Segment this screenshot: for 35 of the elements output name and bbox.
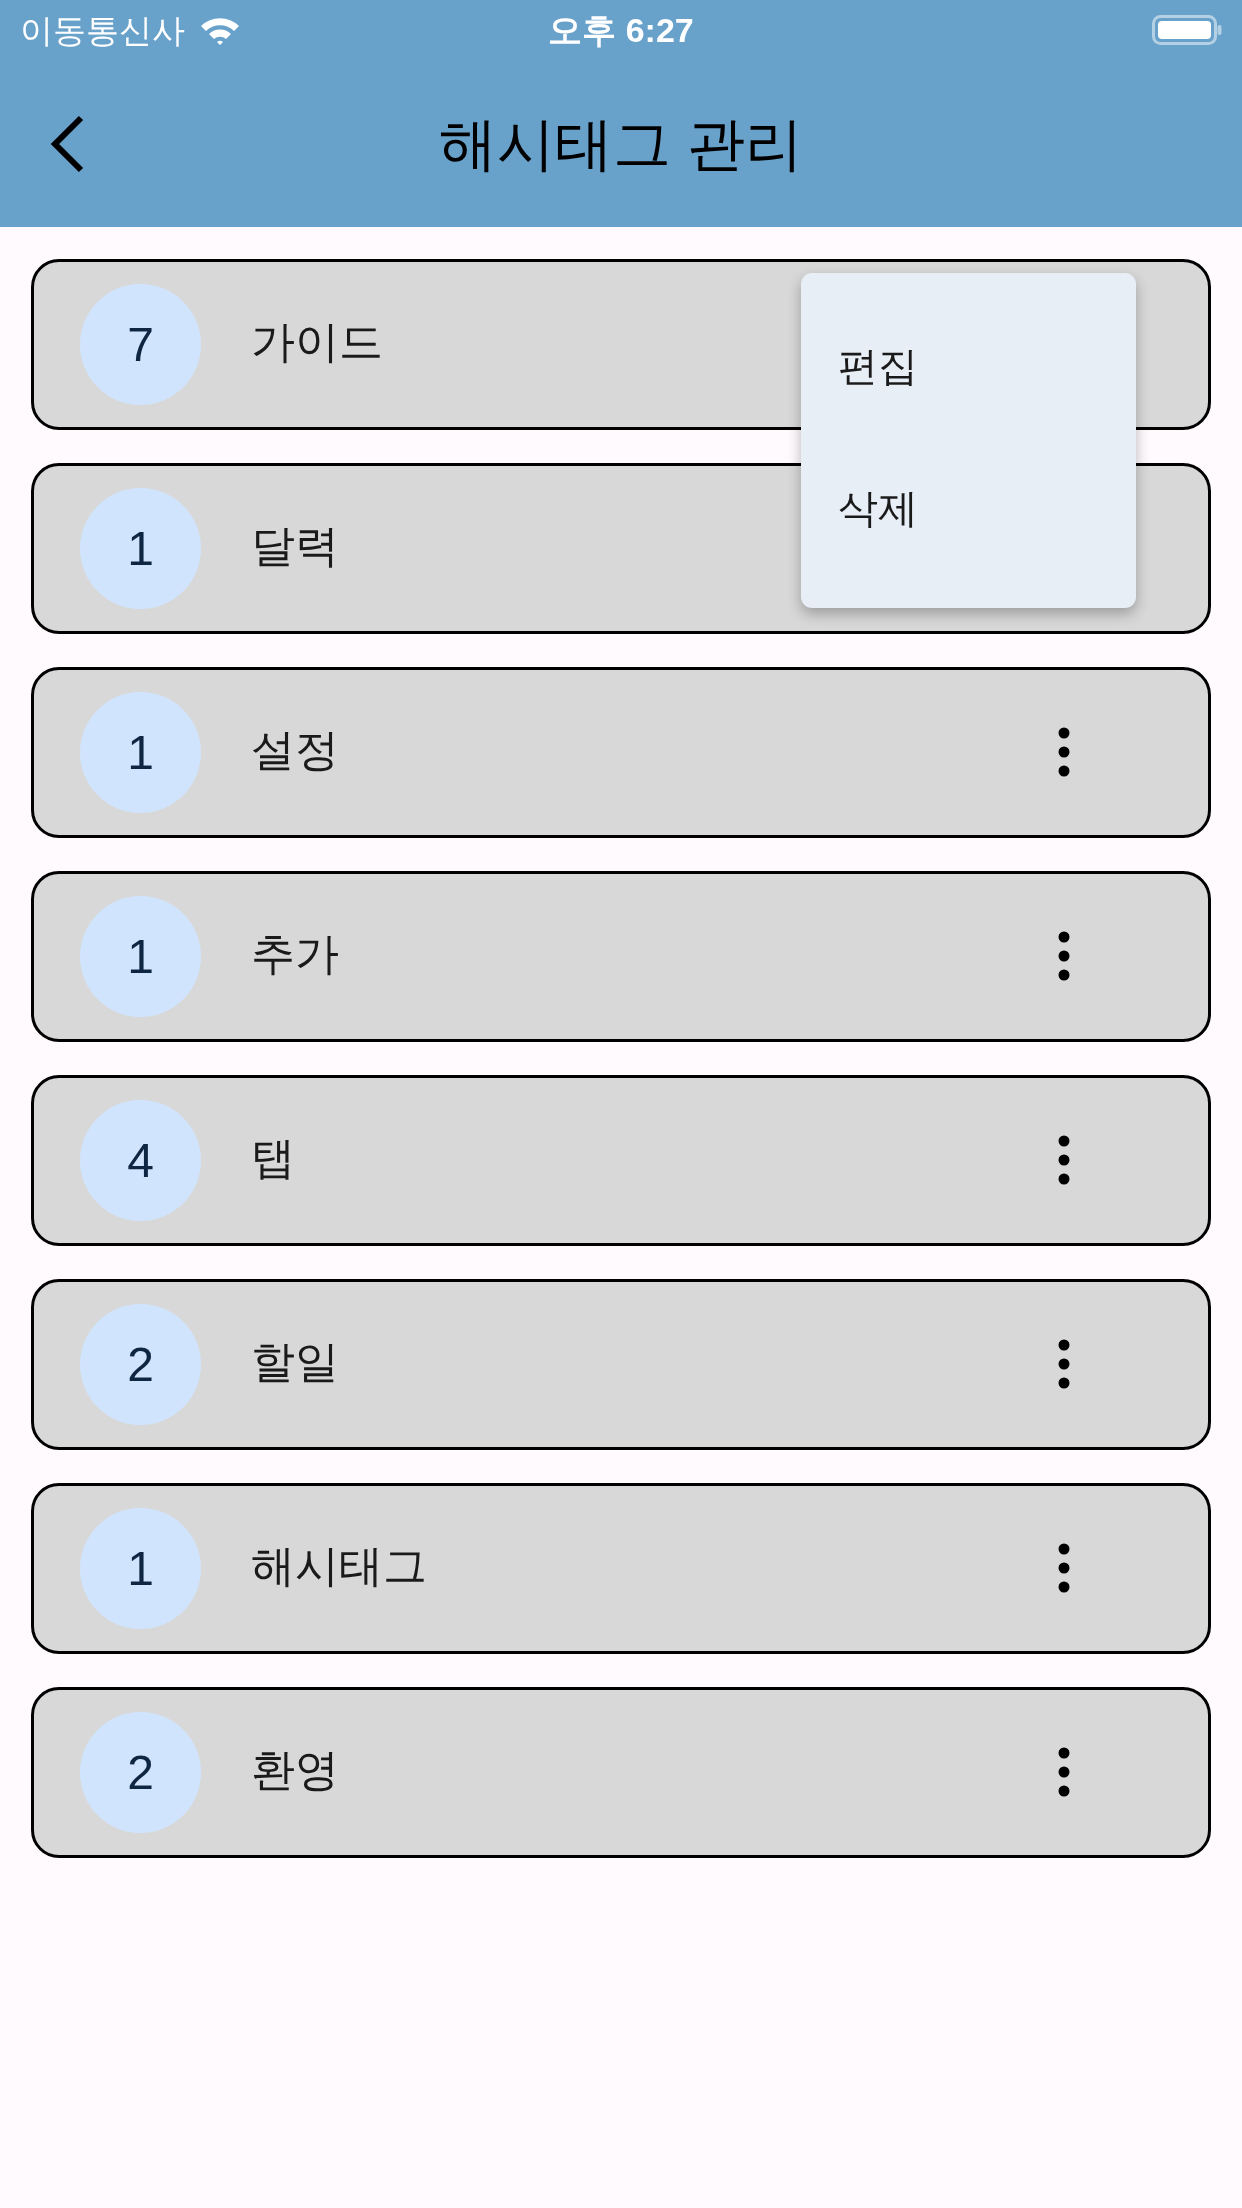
hashtag-name: 설정 [251, 724, 339, 776]
count-badge: 2 [80, 1304, 201, 1425]
more-icon[interactable] [1058, 1339, 1070, 1389]
battery-icon [1152, 15, 1222, 45]
count-badge: 2 [80, 1712, 201, 1833]
count-badge: 1 [80, 692, 201, 813]
hashtag-card[interactable]: 2 환영 [31, 1687, 1211, 1858]
carrier-name: 이동통신사 [20, 13, 185, 47]
menu-item[interactable]: 편집 [801, 295, 1136, 437]
more-icon[interactable] [1058, 1747, 1070, 1797]
more-icon[interactable] [1058, 727, 1070, 777]
hashtag-name: 할일 [251, 1336, 339, 1388]
status-time: 오후 6:27 [548, 13, 694, 47]
wifi-icon [199, 15, 241, 45]
hashtag-name: 해시태그 [251, 1540, 427, 1592]
hashtag-name: 환영 [251, 1744, 339, 1796]
hashtag-card[interactable]: 2 할일 [31, 1279, 1211, 1450]
count-badge: 1 [80, 896, 201, 1017]
count-badge: 1 [80, 488, 201, 609]
hashtag-name: 가이드 [251, 316, 383, 368]
count-badge: 1 [80, 1508, 201, 1629]
count-badge: 4 [80, 1100, 201, 1221]
more-icon[interactable] [1058, 931, 1070, 981]
hashtag-name: 추가 [251, 928, 339, 980]
more-icon[interactable] [1058, 1135, 1070, 1185]
hashtag-name: 달력 [251, 520, 339, 572]
hashtag-card[interactable]: 1 추가 [31, 871, 1211, 1042]
count-badge: 7 [80, 284, 201, 405]
hashtag-card[interactable]: 1 설정 [31, 667, 1211, 838]
hashtag-name: 탭 [251, 1132, 295, 1184]
hashtag-card[interactable]: 4 탭 [31, 1075, 1211, 1246]
hashtag-card[interactable]: 1 해시태그 [31, 1483, 1211, 1654]
screen-title: 해시태그 관리 [438, 109, 804, 178]
back-icon[interactable] [49, 114, 85, 173]
more-icon[interactable] [1058, 1543, 1070, 1593]
